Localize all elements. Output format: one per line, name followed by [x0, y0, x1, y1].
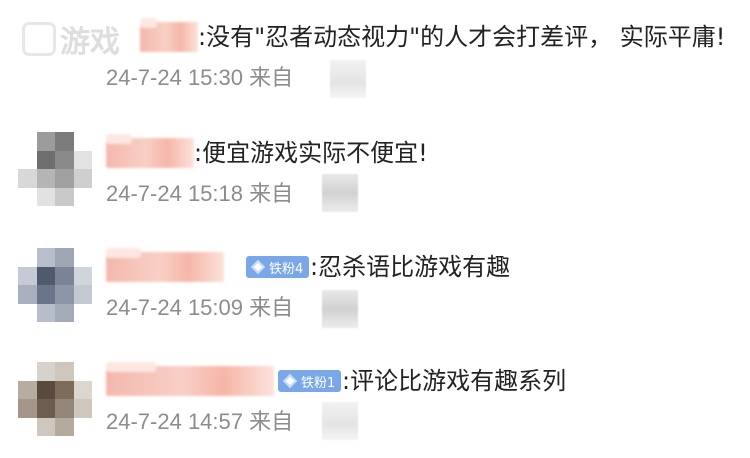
- comment-text: :便宜游戏实际不便宜!: [194, 139, 428, 167]
- comment-meta: 24-7-24 15:18 来自: [106, 180, 293, 208]
- comment-meta: 24-7-24 15:30 来自: [106, 64, 293, 92]
- comment-date: 24-7-24 15:18: [106, 181, 243, 206]
- source-device-blurred: [322, 290, 358, 328]
- diamond-icon: [282, 373, 298, 389]
- comment-source-label: 来自: [249, 295, 294, 320]
- comment-text: :没有"忍者动态视力"的人才会打差评， 实际平庸!: [198, 23, 726, 51]
- comment-item: 铁粉1 :评论比游戏有趣系列 24-7-24 14:57 来自: [0, 340, 750, 450]
- username-blurred[interactable]: [106, 248, 224, 282]
- comment-item: :便宜游戏实际不便宜! 24-7-24 15:18 来自: [0, 112, 750, 222]
- source-device-blurred: [322, 174, 358, 212]
- fan-level-badge[interactable]: 铁粉1: [278, 370, 342, 392]
- diamond-icon: [250, 259, 266, 275]
- source-device-blurred: [322, 402, 358, 440]
- avatar[interactable]: [18, 362, 92, 436]
- comment-date: 24-7-24 15:09: [106, 295, 243, 320]
- comment-item: :没有"忍者动态视力"的人才会打差评， 实际平庸! 24-7-24 15:30 …: [0, 0, 750, 110]
- comment-meta: 24-7-24 14:57 来自: [106, 408, 293, 436]
- avatar[interactable]: [18, 132, 92, 206]
- comment-text: :评论比游戏有趣系列: [342, 367, 567, 395]
- username-blurred[interactable]: [140, 18, 198, 52]
- fan-level-badge[interactable]: 铁粉4: [246, 256, 310, 278]
- comment-source-label: 来自: [249, 65, 294, 90]
- username-blurred[interactable]: [106, 362, 274, 396]
- username-blurred[interactable]: [106, 134, 194, 168]
- avatar[interactable]: [18, 248, 92, 322]
- comment-date: 24-7-24 15:30: [106, 65, 243, 90]
- fan-level-text: 铁粉1: [301, 375, 336, 391]
- comment-meta: 24-7-24 15:09 来自: [106, 294, 293, 322]
- fan-level-text: 铁粉4: [269, 261, 304, 277]
- comment-source-label: 来自: [249, 181, 294, 206]
- comment-source-label: 来自: [249, 409, 294, 434]
- comment-text: :忍杀语比游戏有趣: [310, 253, 511, 281]
- comment-date: 24-7-24 14:57: [106, 409, 243, 434]
- comment-item: 铁粉4 :忍杀语比游戏有趣 24-7-24 15:09 来自: [0, 226, 750, 336]
- source-device-blurred: [330, 60, 366, 98]
